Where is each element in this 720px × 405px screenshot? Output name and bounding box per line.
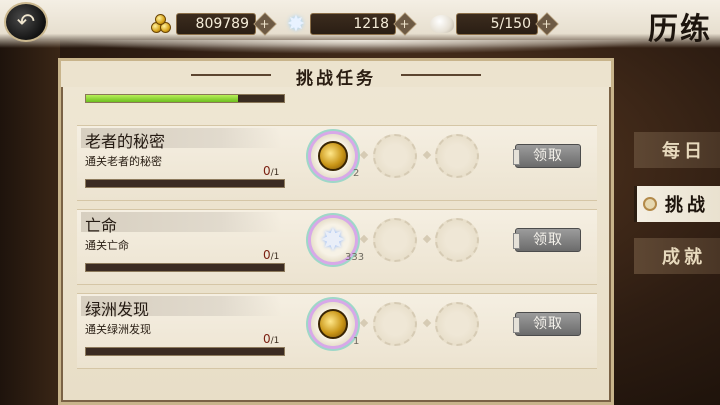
task-progress-bar <box>85 263 285 272</box>
empty-reward-slot <box>373 218 417 262</box>
panel-title: 挑战任务 <box>296 69 376 89</box>
add-jade-button[interactable]: + <box>393 12 417 36</box>
overall-progress-bar <box>85 94 285 103</box>
empty-reward-slot <box>435 134 479 178</box>
task-description: 通关老者的秘密 <box>85 155 162 168</box>
shuriken-star-icon: ✸ <box>320 222 346 258</box>
tab-daily[interactable]: 每日 <box>634 132 720 168</box>
task-name: 老者的秘密 <box>85 132 166 151</box>
tab-challenge-label: 挑战 <box>665 195 709 216</box>
gold-coin-icon <box>318 141 348 171</box>
reward-quantity: 1 <box>353 336 360 347</box>
currency-gold: 809789 + <box>148 12 277 36</box>
task-progress-bar <box>85 347 285 356</box>
tab-achievement-label: 成就 <box>662 247 706 268</box>
reward-slot[interactable] <box>311 134 355 178</box>
task-name: 亡命 <box>85 216 118 235</box>
background-left <box>0 40 60 405</box>
claim-button[interactable]: 领取 <box>513 312 581 336</box>
empty-reward-slot <box>435 302 479 346</box>
task-row: 绿洲发现 通关绿洲发现 0/1 1 领取 <box>77 293 597 369</box>
gold-coins-icon <box>148 12 176 36</box>
overall-progress-fill <box>86 95 239 102</box>
empty-reward-slot <box>435 218 479 262</box>
back-button[interactable]: ↶ <box>4 2 48 42</box>
tab-daily-label: 每日 <box>662 141 706 162</box>
task-progress-count: 0/1 <box>263 248 280 262</box>
task-description: 通关亡命 <box>85 239 129 252</box>
task-progress-bar <box>85 179 285 188</box>
claim-button[interactable]: 领取 <box>513 144 581 168</box>
task-progress-count: 0/1 <box>263 332 280 346</box>
reward-slot[interactable] <box>311 302 355 346</box>
page-title: 历练 <box>648 12 712 47</box>
jade-amount: 1218 <box>310 13 396 35</box>
task-progress-count: 0/1 <box>263 164 280 178</box>
add-gold-button[interactable]: + <box>253 12 277 36</box>
task-row: 老者的秘密 通关老者的秘密 0/1 2 领取 <box>77 125 597 201</box>
task-description: 通关绿洲发现 <box>85 323 151 336</box>
empty-reward-slot <box>373 302 417 346</box>
panel-header: 挑战任务 <box>61 61 611 89</box>
shuriken-star-icon: ✸ <box>286 11 306 37</box>
reward-quantity: 2 <box>353 168 360 179</box>
steamed-bun-icon <box>430 15 454 33</box>
tab-ornament-icon <box>643 197 657 211</box>
gold-coin-icon <box>318 309 348 339</box>
currency-jade: ✸ 1218 + <box>282 11 417 37</box>
add-stamina-button[interactable]: + <box>535 12 559 36</box>
task-row: 亡命 通关亡命 0/1 ✸ 333 领取 <box>77 209 597 285</box>
tab-achievement[interactable]: 成就 <box>634 238 720 274</box>
back-arrow-icon: ↶ <box>16 9 36 35</box>
empty-reward-slot <box>373 134 417 178</box>
stamina-amount: 5/150 <box>456 13 538 35</box>
claim-button[interactable]: 领取 <box>513 228 581 252</box>
task-name: 绿洲发现 <box>85 300 150 319</box>
challenge-panel: 挑战任务 老者的秘密 通关老者的秘密 0/1 2 领取 亡命 通关亡命 0/1 … <box>58 58 614 405</box>
reward-quantity: 333 <box>345 252 365 263</box>
tab-challenge[interactable]: 挑战 <box>634 186 720 222</box>
gold-amount: 809789 <box>176 13 256 35</box>
currency-stamina: 5/150 + <box>428 12 559 36</box>
